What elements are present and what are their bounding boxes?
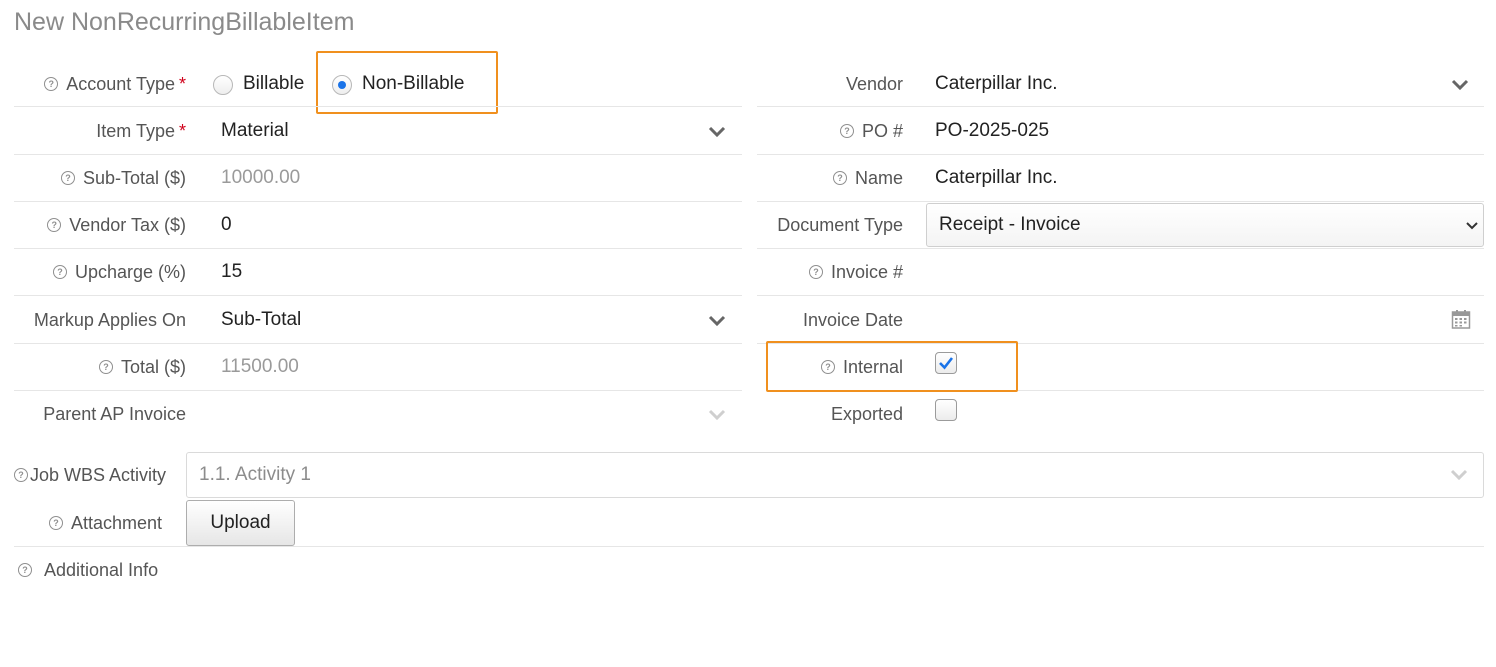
name-label: ? Name: [757, 166, 903, 190]
help-icon[interactable]: ?: [18, 563, 32, 577]
po-number-input[interactable]: PO-2025-025: [935, 120, 1049, 142]
upcharge-label: ? Upcharge (%): [14, 260, 186, 284]
job-wbs-activity-value: 1.1. Activity 1: [199, 464, 311, 485]
sub-total-label: ? Sub-Total ($): [14, 166, 186, 190]
billable-radio[interactable]: [213, 75, 233, 95]
help-icon[interactable]: ?: [48, 516, 63, 530]
markup-applies-on-select[interactable]: Sub-Total: [221, 309, 301, 331]
help-icon[interactable]: ?: [808, 265, 823, 279]
vendor-tax-input[interactable]: 0: [221, 214, 232, 236]
account-type-label: ? Account Type *: [14, 72, 186, 96]
help-icon[interactable]: ?: [14, 468, 28, 482]
upload-button[interactable]: Upload: [186, 500, 295, 546]
item-type-select[interactable]: Material: [221, 120, 289, 142]
chevron-down-icon[interactable]: [1450, 78, 1470, 92]
exported-label: Exported: [830, 403, 903, 424]
total-value: 11500.00: [221, 356, 299, 377]
markup-applies-on-label: Markup Applies On: [33, 309, 186, 330]
document-type-select[interactable]: Receipt - Invoice: [926, 203, 1484, 247]
help-icon[interactable]: ?: [44, 77, 59, 91]
help-icon[interactable]: ?: [52, 265, 67, 279]
invoice-date-label: Invoice Date: [802, 309, 903, 330]
chevron-down-icon[interactable]: [707, 314, 727, 328]
name-input[interactable]: Caterpillar Inc.: [935, 167, 1058, 189]
invoice-number-label: ? Invoice #: [757, 260, 903, 284]
calendar-icon[interactable]: [1451, 309, 1471, 334]
sub-total-value: 10000.00: [221, 167, 301, 188]
billable-radio-label[interactable]: Billable: [243, 73, 304, 95]
page-title: New NonRecurringBillableItem: [14, 8, 355, 36]
vendor-tax-label: ? Vendor Tax ($): [14, 213, 186, 237]
po-number-label: ? PO #: [757, 119, 903, 143]
chevron-down-icon[interactable]: [707, 408, 727, 422]
chevron-down-icon: [1449, 468, 1469, 482]
highlight-box-internal: [766, 341, 1018, 392]
document-type-label: Document Type: [777, 214, 903, 235]
help-icon[interactable]: ?: [47, 218, 62, 232]
additional-info-label: ? Additional Info: [18, 558, 158, 582]
vendor-select[interactable]: Caterpillar Inc.: [935, 73, 1058, 95]
vendor-label: Vendor: [845, 73, 903, 94]
parent-ap-invoice-label: Parent AP Invoice: [43, 403, 186, 424]
total-label: ? Total ($): [14, 355, 186, 379]
help-icon[interactable]: ?: [98, 360, 113, 374]
job-wbs-activity-label: ? Job WBS Activity: [14, 463, 166, 487]
highlight-box-account-type: [316, 51, 498, 114]
chevron-down-icon: [1465, 220, 1479, 232]
help-icon[interactable]: ?: [839, 124, 854, 138]
chevron-down-icon[interactable]: [707, 125, 727, 139]
attachment-label: ? Attachment: [14, 511, 162, 535]
job-wbs-activity-select[interactable]: 1.1. Activity 1: [186, 452, 1484, 498]
exported-checkbox[interactable]: [935, 399, 957, 421]
upcharge-input[interactable]: 15: [221, 261, 242, 283]
help-icon[interactable]: ?: [832, 171, 847, 185]
help-icon[interactable]: ?: [60, 171, 75, 185]
document-type-value: Receipt - Invoice: [939, 214, 1081, 235]
item-type-label: Item Type *: [96, 120, 186, 141]
